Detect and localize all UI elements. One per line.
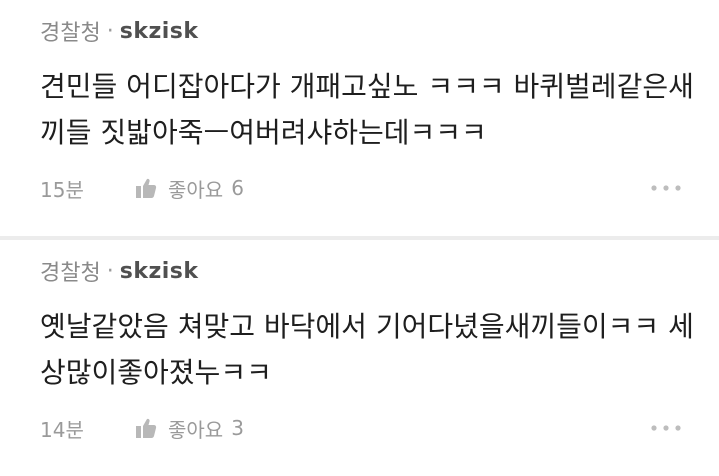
comment-time: 14분 (40, 417, 84, 442)
like-label: 좋아요 (168, 177, 224, 202)
comment-time: 15분 (40, 177, 84, 202)
thumbs-up-icon (136, 178, 157, 198)
like-count: 6 (231, 176, 244, 200)
like-label: 좋아요 (168, 417, 224, 442)
comment-card: 경찰청 · skzisk 옛날같았음 쳐맞고 바닥에서 기어다녔을새끼들이ㅋㅋ … (0, 240, 719, 476)
comment-text-line: 상많이좋아졌누ㅋㅋ (40, 356, 272, 389)
thumbs-up-icon (136, 418, 157, 438)
more-options-icon[interactable] (649, 418, 683, 438)
meta-separator: · (106, 18, 114, 44)
comment-card: 경찰청 · skzisk 견민들 어디잡아다가 개패고싶노 ㅋㅋㅋ 바퀴벌레같은… (0, 0, 719, 240)
comment-footer: 15분 좋아요 6 (40, 172, 244, 204)
like-button[interactable]: 좋아요 3 (134, 414, 244, 443)
like-count: 3 (231, 416, 244, 440)
author-name[interactable]: skzisk (120, 19, 199, 44)
comment-body: 옛날같았음 쳐맞고 바닥에서 기어다녔을새끼들이ㅋㅋ 세 상많이좋아졌누ㅋㅋ (40, 304, 700, 396)
board-name[interactable]: 경찰청 (40, 15, 101, 47)
comment-text-line: 옛날같았음 쳐맞고 바닥에서 기어다녔을새끼들이ㅋㅋ 세 (40, 310, 694, 343)
board-name[interactable]: 경찰청 (40, 255, 101, 287)
comment-meta: 경찰청 · skzisk (40, 255, 199, 287)
author-name[interactable]: skzisk (120, 259, 199, 284)
comment-text-line: 끼들 짓밟아죽ㅡ여버려샤하는데ㅋㅋㅋ (40, 116, 487, 149)
like-button[interactable]: 좋아요 6 (134, 174, 244, 203)
more-options-icon[interactable] (649, 178, 683, 198)
comment-text-line: 견민들 어디잡아다가 개패고싶노 ㅋㅋㅋ 바퀴벌레같은새 (40, 70, 694, 103)
comment-body: 견민들 어디잡아다가 개패고싶노 ㅋㅋㅋ 바퀴벌레같은새 끼들 짓밟아죽ㅡ여버려… (40, 64, 700, 156)
comment-footer: 14분 좋아요 3 (40, 412, 244, 444)
meta-separator: · (106, 258, 114, 284)
comment-meta: 경찰청 · skzisk (40, 15, 199, 47)
